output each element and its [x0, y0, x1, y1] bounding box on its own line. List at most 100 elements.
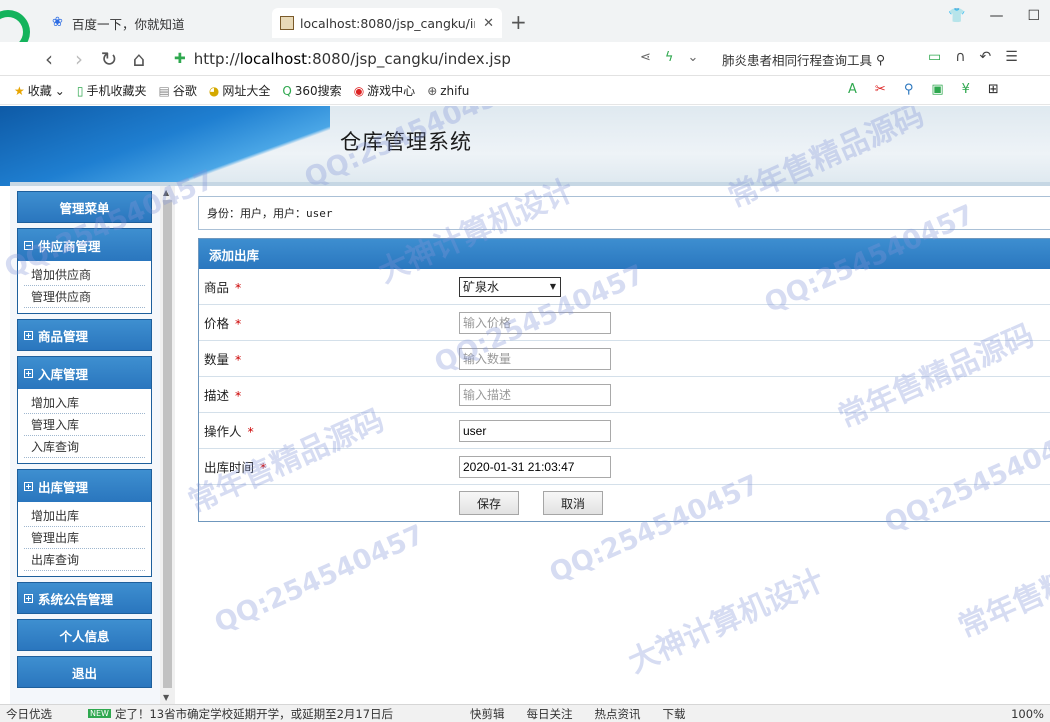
headphones-icon[interactable]: ∩ [955, 49, 965, 65]
search-icon[interactable]: ⚲ [876, 52, 885, 67]
menu-head-inbound[interactable]: 入库管理 [18, 357, 151, 389]
bookmark-label: 谷歌 [172, 84, 197, 98]
bookmark-directory[interactable]: ◕ 网址大全 [209, 82, 271, 99]
new-tab-icon[interactable]: + [510, 10, 527, 34]
menu-head-supplier[interactable]: 供应商管理 [18, 229, 151, 261]
reload-icon[interactable]: ↻ [94, 47, 124, 71]
bookmark-games[interactable]: ◉ 游戏中心 [354, 82, 416, 99]
grid-icon[interactable]: ⊞ [988, 82, 999, 97]
field-label: 出库时间 * [199, 457, 459, 476]
form-row-description: 描述 * 输入描述 [199, 377, 1050, 413]
field-label-text: 商品 [204, 280, 230, 295]
status-news[interactable]: 定了！13省市确定学校延期开学，或延期至2月17日后 [115, 706, 393, 722]
bookmark-360search[interactable]: Q 360搜索 [282, 82, 341, 99]
browser-tab-bar: ❀ 百度一下，你就知道 localhost:8080/jsp_cangku/in… [0, 0, 1050, 54]
status-tool-daily[interactable]: 每日关注 [527, 706, 573, 722]
description-input[interactable]: 输入描述 [459, 383, 611, 406]
menu-item-manage-inbound[interactable]: 管理入库 [24, 414, 145, 436]
minimize-icon[interactable]: — [989, 8, 1003, 24]
bookmark-google[interactable]: ▤ 谷歌 [158, 82, 196, 99]
price-input[interactable]: 输入价格 [459, 311, 611, 334]
back-icon[interactable]: ‹ [34, 47, 64, 71]
address-bar[interactable]: ✚ http://localhost:8080/jsp_cangku/index… [174, 46, 584, 72]
secure-shield-icon: ✚ [174, 50, 186, 67]
battery-icon[interactable]: ▭ [928, 49, 941, 65]
banner-swoosh [0, 106, 330, 186]
watermark-shop: 常年售精品源码 [953, 527, 1050, 646]
maximize-icon[interactable]: ☐ [1027, 8, 1040, 24]
bookmark-zhifu[interactable]: ⊕ zhifu [427, 84, 469, 98]
menu-head-label: 入库管理 [38, 366, 89, 382]
dropdown-icon[interactable]: ⌄ [687, 50, 698, 65]
menu-item-add-inbound[interactable]: 增加入库 [24, 392, 145, 414]
menu-personal-info[interactable]: 个人信息 [17, 619, 152, 651]
expand-icon [24, 330, 33, 340]
menu-head-outbound[interactable]: 出库管理 [18, 470, 151, 502]
status-tool-clip[interactable]: 快剪辑 [470, 706, 505, 722]
lightning-icon[interactable]: ϟ [665, 50, 674, 65]
yen-icon[interactable]: ¥ [962, 82, 970, 97]
menu-icon[interactable]: ☰ [1005, 49, 1018, 65]
menu-group-inbound: 入库管理 增加入库 管理入库 入库查询 [17, 356, 152, 464]
outbound-time-input[interactable]: 2020-01-31 21:03:47 [459, 455, 611, 478]
share-icon[interactable]: ⋖ [640, 50, 651, 65]
status-tool-download[interactable]: 下载 [663, 706, 686, 722]
menu-logout[interactable]: 退出 [17, 656, 152, 688]
gamepad-icon[interactable]: ▣ [931, 82, 943, 97]
tab-localhost[interactable]: localhost:8080/jsp_cangku/inc ✕ [272, 8, 502, 38]
close-tab-icon[interactable]: ✕ [483, 16, 494, 31]
field-label-text: 描述 [204, 388, 230, 403]
status-tool-hot[interactable]: 热点资讯 [595, 706, 641, 722]
home-icon[interactable]: ⌂ [124, 47, 154, 71]
zoom-level[interactable]: 100% [1011, 707, 1044, 721]
scroll-down-icon[interactable]: ▼ [163, 693, 169, 702]
toolbar-right: ▭ ∩ ↶ ☰ [928, 49, 1018, 65]
expand-icon [24, 593, 33, 603]
menu-head-label: 供应商管理 [38, 238, 101, 254]
browser-nav-bar: ‹ › ↻ ⌂ ✚ http://localhost:8080/jsp_cang… [0, 42, 1050, 76]
bookmark-mobile[interactable]: ▯ 手机收藏夹 [77, 82, 147, 99]
menu-item-add-supplier[interactable]: 增加供应商 [24, 264, 145, 286]
required-mark: * [260, 460, 267, 475]
translate-icon[interactable]: A [848, 82, 857, 97]
operator-input[interactable]: user [459, 419, 611, 442]
scissors-icon[interactable]: ✂ [875, 82, 886, 97]
menu-head-product[interactable]: 商品管理 [17, 319, 152, 351]
undo-icon[interactable]: ↶ [979, 49, 991, 65]
menu-item-manage-supplier[interactable]: 管理供应商 [24, 286, 145, 308]
menu-item-query-outbound[interactable]: 出库查询 [24, 549, 145, 571]
tab-baidu[interactable]: ❀ 百度一下，你就知道 [44, 8, 266, 38]
search-360-icon: Q [282, 83, 292, 98]
bookmark-label: 游戏中心 [367, 84, 416, 98]
quantity-input[interactable]: 输入数量 [459, 347, 611, 370]
field-label: 商品 * [199, 277, 459, 296]
bookmark-label: zhifu [440, 83, 470, 98]
magnifier-icon[interactable]: ⚲ [904, 82, 914, 97]
sidebar-scrollbar[interactable]: ▲ ▼ [160, 186, 175, 704]
product-select[interactable]: 矿泉水 ▼ [459, 276, 561, 297]
baidu-paw-icon: ❀ [52, 15, 63, 30]
skin-icon[interactable]: 👕 [948, 8, 965, 24]
menu-item-manage-outbound[interactable]: 管理出库 [24, 527, 145, 549]
scroll-thumb[interactable] [163, 200, 172, 688]
save-button[interactable]: 保存 [459, 491, 519, 515]
tab-title: 百度一下，你就知道 [72, 16, 185, 32]
required-mark: * [235, 280, 242, 295]
cancel-button[interactable]: 取消 [543, 491, 603, 515]
bookmark-favorites[interactable]: ★ 收藏 ⌄ [14, 82, 65, 99]
menu-head-announcement[interactable]: 系统公告管理 [17, 582, 152, 614]
field-label: 操作人 * [199, 421, 459, 440]
directory-icon: ◕ [208, 83, 220, 98]
chevron-down-icon: ⌄ [54, 83, 65, 98]
site-title: 仓库管理系统 [340, 130, 472, 154]
scroll-up-icon[interactable]: ▲ [163, 188, 169, 197]
page-icon: ▤ [158, 83, 170, 98]
field-label: 价格 * [199, 313, 459, 332]
site-banner: 仓库管理系统 [0, 106, 1050, 186]
status-today-picks[interactable]: 今日优选 [6, 706, 52, 722]
menu-item-query-inbound[interactable]: 入库查询 [24, 436, 145, 458]
dropdown-arrow-icon: ▼ [549, 282, 556, 291]
menu-item-add-outbound[interactable]: 增加出库 [24, 505, 145, 527]
forward-icon[interactable]: › [64, 47, 94, 71]
search-input[interactable]: 肺炎患者相同行程查询工具 ⚲ [722, 48, 910, 70]
